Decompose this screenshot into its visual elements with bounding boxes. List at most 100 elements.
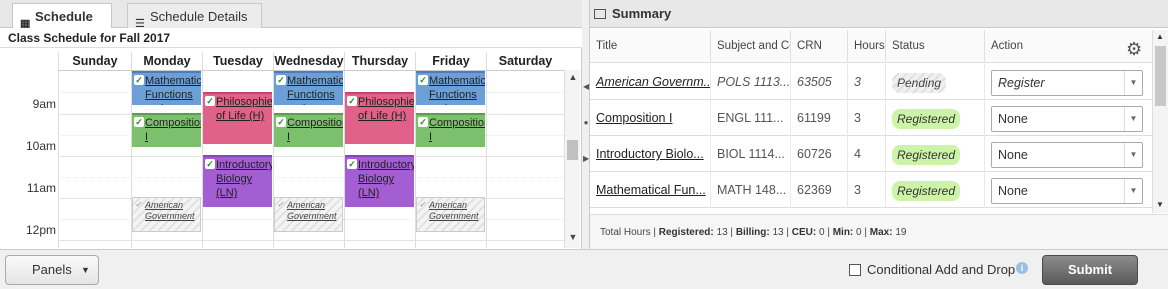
collapse-left-icon[interactable]: ◀ [583, 82, 589, 91]
subject-cell: BIOL 1114... [710, 136, 790, 172]
check-icon: ✓ [276, 117, 286, 127]
hours-cell: 4 [847, 136, 885, 172]
crn-cell: 63505 [790, 64, 847, 100]
table-row: Mathematical Fun... MATH 148... 62369 3 … [590, 172, 1152, 208]
pane-splitter[interactable]: ◀ ● ▶ [582, 0, 590, 249]
caret-down-icon: ▼ [81, 265, 90, 275]
gear-icon[interactable]: ⚙ [1126, 39, 1142, 60]
footer-bar: Panels ▼ Conditional Add and Drop i Subm… [0, 249, 1168, 289]
summary-scrollbar[interactable]: ▲ ▼ [1152, 30, 1168, 213]
day-header-tuesday: Tuesday [202, 52, 273, 70]
status-badge: Registered [892, 109, 961, 129]
summary-header: Summary [590, 0, 1168, 28]
status-cell: Pending [885, 64, 984, 100]
total-hours-bar: Total Hours | Registered: 13 | Billing: … [590, 214, 1168, 249]
grid-line [58, 177, 564, 178]
event-mathematical-functions[interactable]: ✓Mathematical Functions and [416, 71, 485, 105]
course-title-link[interactable]: Mathematical Fun... [590, 172, 710, 208]
time-label: 12pm [25, 223, 56, 237]
conditional-add-drop-checkbox[interactable] [849, 264, 861, 276]
check-icon: ✓ [134, 75, 144, 85]
splitter-grip-icon[interactable]: ● [583, 118, 589, 127]
scroll-down-icon[interactable]: ▼ [1156, 200, 1164, 209]
action-select[interactable]: None ▼ [991, 178, 1143, 204]
chevron-down-icon: ▼ [1124, 71, 1142, 95]
day-column [58, 70, 131, 248]
pending-check-icon: ✓ [419, 200, 426, 209]
check-icon: ✓ [418, 117, 428, 127]
check-icon: ✓ [205, 159, 215, 169]
event-introductory-biology[interactable]: ✓ Introductory Biology (LN) [345, 155, 414, 207]
column-status[interactable]: Status [885, 30, 984, 63]
tab-schedule[interactable]: ▦ Schedule [12, 3, 112, 30]
pending-check-icon: ✓ [277, 200, 284, 209]
action-select[interactable]: None ▼ [991, 106, 1143, 132]
check-icon: ✓ [418, 75, 428, 85]
event-philosophies-of-life[interactable]: ✓Philosophies of Life (H) [203, 92, 272, 144]
crn-cell: 60726 [790, 136, 847, 172]
chevron-down-icon: ▼ [1124, 143, 1142, 167]
grid-line [58, 240, 564, 241]
action-cell: None ▼ [984, 172, 1152, 208]
event-mathematical-functions[interactable]: ✓Mathematical Functions and [132, 71, 201, 105]
tab-bar: ▦ Schedule ☰ Schedule Details [0, 0, 582, 30]
schedule-caption: Class Schedule for Fall 2017 [0, 28, 582, 48]
action-cell: Register ▼ [984, 64, 1152, 100]
grid-line [58, 156, 564, 157]
event-composition[interactable]: ✓ Composition I [274, 113, 343, 147]
subject-cell: POLS 1113... [710, 64, 790, 100]
course-title-link[interactable]: Introductory Biolo... [590, 136, 710, 172]
scroll-thumb[interactable] [1155, 46, 1166, 106]
scroll-thumb[interactable] [567, 140, 578, 160]
column-subject[interactable]: Subject and Course [710, 30, 790, 63]
check-icon: ✓ [347, 96, 357, 106]
event-american-government-pending[interactable]: ✓ American Government [132, 197, 201, 232]
chevron-down-icon: ▼ [1124, 107, 1142, 131]
hours-cell: 3 [847, 172, 885, 208]
course-title-link[interactable]: American Governm... [590, 64, 710, 100]
table-row: Introductory Biolo... BIOL 1114... 60726… [590, 136, 1152, 172]
hours-cell: 3 [847, 100, 885, 136]
table-row: American Governm... POLS 1113... 63505 3… [590, 64, 1152, 100]
check-icon: ✓ [134, 117, 144, 127]
pending-check-icon: ✓ [135, 200, 142, 209]
course-title-link[interactable]: Composition I [590, 100, 710, 136]
event-philosophies-of-life[interactable]: ✓Philosophies of Life (H) [345, 92, 414, 144]
scroll-up-icon[interactable]: ▲ [565, 72, 581, 86]
time-label: 11am [26, 181, 56, 195]
scroll-down-icon[interactable]: ▼ [565, 232, 581, 246]
event-introductory-biology[interactable]: ✓ Introductory Biology (LN) [203, 155, 272, 207]
tab-schedule-details[interactable]: ☰ Schedule Details [127, 3, 262, 30]
day-header-monday: Monday [131, 52, 202, 70]
submit-button[interactable]: Submit [1042, 255, 1138, 285]
event-american-government-pending[interactable]: ✓ American Government [274, 197, 343, 232]
column-hours[interactable]: Hours [847, 30, 885, 63]
event-composition[interactable]: ✓ Composition I [132, 113, 201, 147]
info-icon[interactable]: i [1016, 262, 1028, 274]
panels-button[interactable]: Panels ▼ [5, 255, 99, 285]
summary-pane: Summary Title Subject and Course CRN Hou… [590, 0, 1168, 249]
day-header-friday: Friday [415, 52, 486, 70]
day-header-thursday: Thursday [344, 52, 415, 70]
collapse-right-icon[interactable]: ▶ [583, 154, 589, 163]
status-cell: Registered [885, 136, 984, 172]
day-header-wednesday: Wednesday [273, 52, 344, 70]
event-mathematical-functions[interactable]: ✓Mathematical Functions and [274, 71, 343, 105]
status-badge: Registered [892, 145, 961, 165]
check-icon: ✓ [347, 159, 357, 169]
action-select[interactable]: None ▼ [991, 142, 1143, 168]
crn-cell: 61199 [790, 100, 847, 136]
event-american-government-pending[interactable]: ✓ American Government [416, 197, 485, 232]
schedule-scrollbar[interactable]: ▲ ▼ [564, 70, 580, 248]
column-crn[interactable]: CRN [790, 30, 847, 63]
conditional-add-drop-label[interactable]: Conditional Add and Drop [867, 262, 1015, 277]
action-select[interactable]: Register ▼ [991, 70, 1143, 96]
event-composition[interactable]: ✓ Composition I [416, 113, 485, 147]
status-badge: Registered [892, 181, 961, 201]
action-cell: None ▼ [984, 100, 1152, 136]
schedule-pane: ▦ Schedule ☰ Schedule Details Class Schedu… [0, 0, 582, 249]
day-header-sunday: Sunday [58, 52, 131, 70]
scroll-up-icon[interactable]: ▲ [1156, 32, 1164, 41]
column-title[interactable]: Title [590, 30, 710, 63]
subject-cell: ENGL 111... [710, 100, 790, 136]
